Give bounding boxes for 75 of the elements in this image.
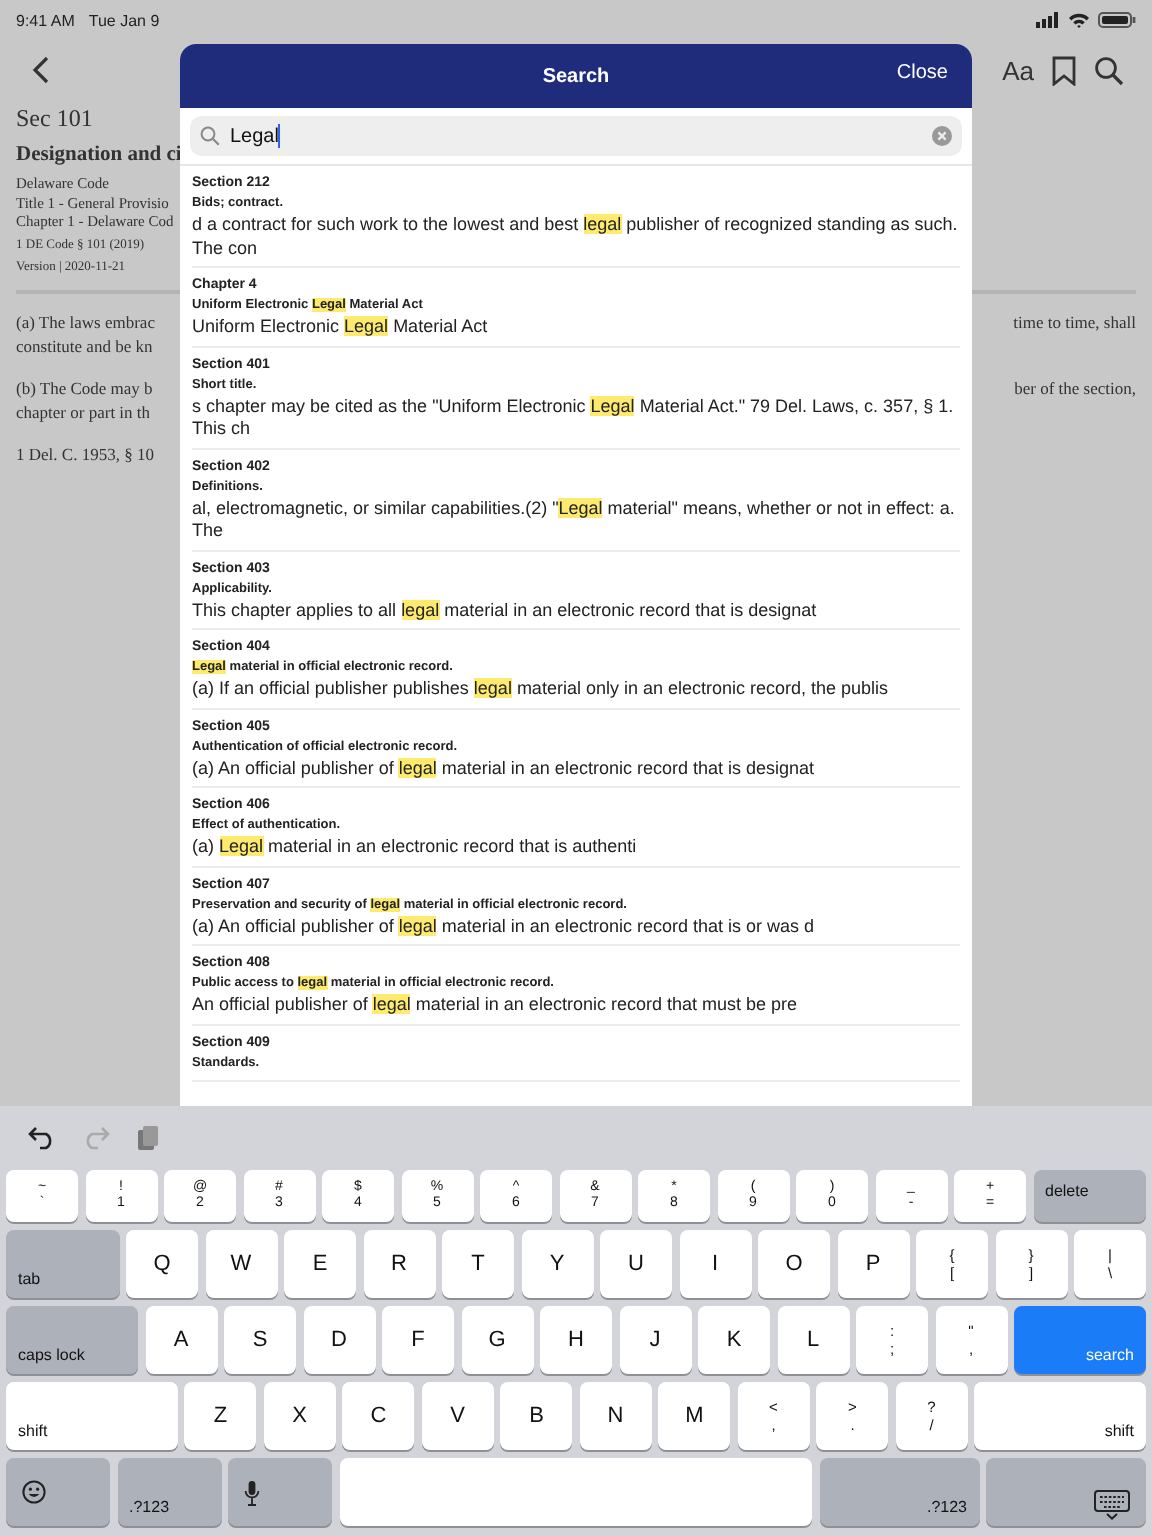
search-key[interactable]: search xyxy=(1014,1306,1146,1374)
keyboard-key[interactable]: Y xyxy=(521,1230,593,1298)
keyboard-key[interactable]: V xyxy=(421,1382,494,1450)
paragraph-fragment: ber of the section, xyxy=(1014,375,1136,399)
bookmark-icon[interactable] xyxy=(1052,55,1076,85)
paragraph-fragment: 1 Del. C. 1953, § 10 xyxy=(16,441,154,465)
keyboard-key[interactable]: A xyxy=(145,1306,217,1374)
keyboard-key[interactable]: K xyxy=(698,1306,770,1374)
result-snippet: Uniform Electronic Legal Material Act xyxy=(192,316,490,339)
result-snippet: s chapter may be cited as the "Uniform Electronic Legal Material Act." 79 Del. Laws, c. 357, § 1. This ch xyxy=(192,395,956,441)
microphone-key[interactable] xyxy=(228,1458,332,1526)
keyboard-key[interactable]: P xyxy=(837,1230,909,1298)
keyboard-key[interactable]: G xyxy=(461,1306,533,1374)
keyboard-key[interactable]: S xyxy=(224,1306,296,1374)
keyboard-key[interactable]: U xyxy=(600,1230,672,1298)
emoji-icon xyxy=(22,1480,46,1504)
search-icon[interactable] xyxy=(1094,55,1124,85)
status-time: 9:41 AM xyxy=(16,11,75,29)
keyboard-key[interactable]: I xyxy=(679,1230,751,1298)
keyboard-key[interactable]: W xyxy=(205,1230,277,1298)
search-field[interactable]: Legal xyxy=(190,116,962,156)
keyboard-key[interactable]: F xyxy=(382,1306,454,1374)
keyboard-key[interactable]: M xyxy=(658,1382,731,1450)
keyboard-key[interactable]: T xyxy=(442,1230,514,1298)
result-snippet: d a contract for such work to the lowest and best legal publisher of recognized standing as such. The con xyxy=(192,214,960,260)
close-button[interactable]: Close xyxy=(896,62,948,84)
keyboard-key[interactable]: Q xyxy=(126,1230,198,1298)
keyboard-key[interactable]: D xyxy=(303,1306,375,1374)
result-snippet: This chapter applies to all legal material in an electronic record that is designat xyxy=(192,599,819,622)
keyboard-key[interactable]: tab xyxy=(6,1230,119,1298)
keyboard-icon xyxy=(1094,1490,1130,1520)
keyboard-key[interactable]: J xyxy=(619,1306,691,1374)
keyboard-key[interactable]: C xyxy=(342,1382,415,1450)
result-snippet: An official publisher of legal material in an electronic record that must be pre xyxy=(192,994,799,1017)
paragraph-fragment: (a) The laws embrac xyxy=(16,309,155,333)
keyboard-key[interactable]: .?123 xyxy=(819,1458,979,1526)
keyboard-key[interactable]: X xyxy=(263,1382,336,1450)
paragraph-fragment: chapter or part in th xyxy=(16,399,151,423)
undo-icon[interactable] xyxy=(28,1126,56,1150)
keyboard-key[interactable]: L xyxy=(777,1306,849,1374)
result-snippet: (a) Legal material in an electronic record that is authenti xyxy=(192,836,639,859)
back-icon[interactable] xyxy=(32,56,50,84)
dialog-title: Search xyxy=(542,65,610,87)
section-title: Designation and ci xyxy=(16,144,182,166)
microphone-icon xyxy=(244,1479,260,1505)
keyboard-key[interactable]: delete xyxy=(1033,1170,1146,1222)
keyboard-key[interactable]: caps lock xyxy=(6,1306,138,1374)
keyboard-key[interactable]: shift xyxy=(974,1382,1146,1450)
emoji-key[interactable] xyxy=(6,1458,110,1526)
section-heading: Sec 101 xyxy=(16,104,93,134)
search-icon xyxy=(200,126,220,146)
keyboard-key[interactable]: H xyxy=(540,1306,612,1374)
status-date: Tue Jan 9 xyxy=(88,11,160,29)
keyboard-key[interactable]: shift xyxy=(6,1382,178,1450)
signal-icon xyxy=(1036,12,1060,28)
hide-keyboard-key[interactable] xyxy=(986,1458,1146,1526)
keyboard-key[interactable]: O xyxy=(758,1230,830,1298)
keyboard-key[interactable]: Z xyxy=(184,1382,257,1450)
keyboard-key[interactable]: .?123 xyxy=(117,1458,221,1526)
text-size-button[interactable]: Aa xyxy=(1002,55,1034,85)
keyboard-key[interactable]: N xyxy=(579,1382,652,1450)
battery-icon xyxy=(1098,12,1136,28)
clear-icon[interactable] xyxy=(932,126,952,146)
keyboard-key[interactable]: R xyxy=(363,1230,435,1298)
paragraph-fragment: time to time, shall xyxy=(1013,309,1136,333)
result-snippet: (a) An official publisher of legal material in an electronic record that is designat xyxy=(192,757,817,780)
paragraph-fragment: constitute and be kn xyxy=(16,333,153,357)
result-snippet: al, electromagnetic, or similar capabilities.(2) "Legal material" means, whether or not in effect: a. The xyxy=(192,497,957,543)
wifi-icon xyxy=(1068,12,1090,28)
keyboard-key[interactable]: E xyxy=(284,1230,356,1298)
keyboard-key[interactable]: B xyxy=(500,1382,573,1450)
result-snippet: (a) If an official publisher publishes legal material only in an electronic record, the publis xyxy=(192,678,891,701)
paragraph-fragment: (b) The Code may b xyxy=(16,375,153,399)
clipboard-icon[interactable] xyxy=(136,1124,160,1152)
result-snippet: (a) An official publisher of legal material in an electronic record that is or was d xyxy=(192,915,816,938)
